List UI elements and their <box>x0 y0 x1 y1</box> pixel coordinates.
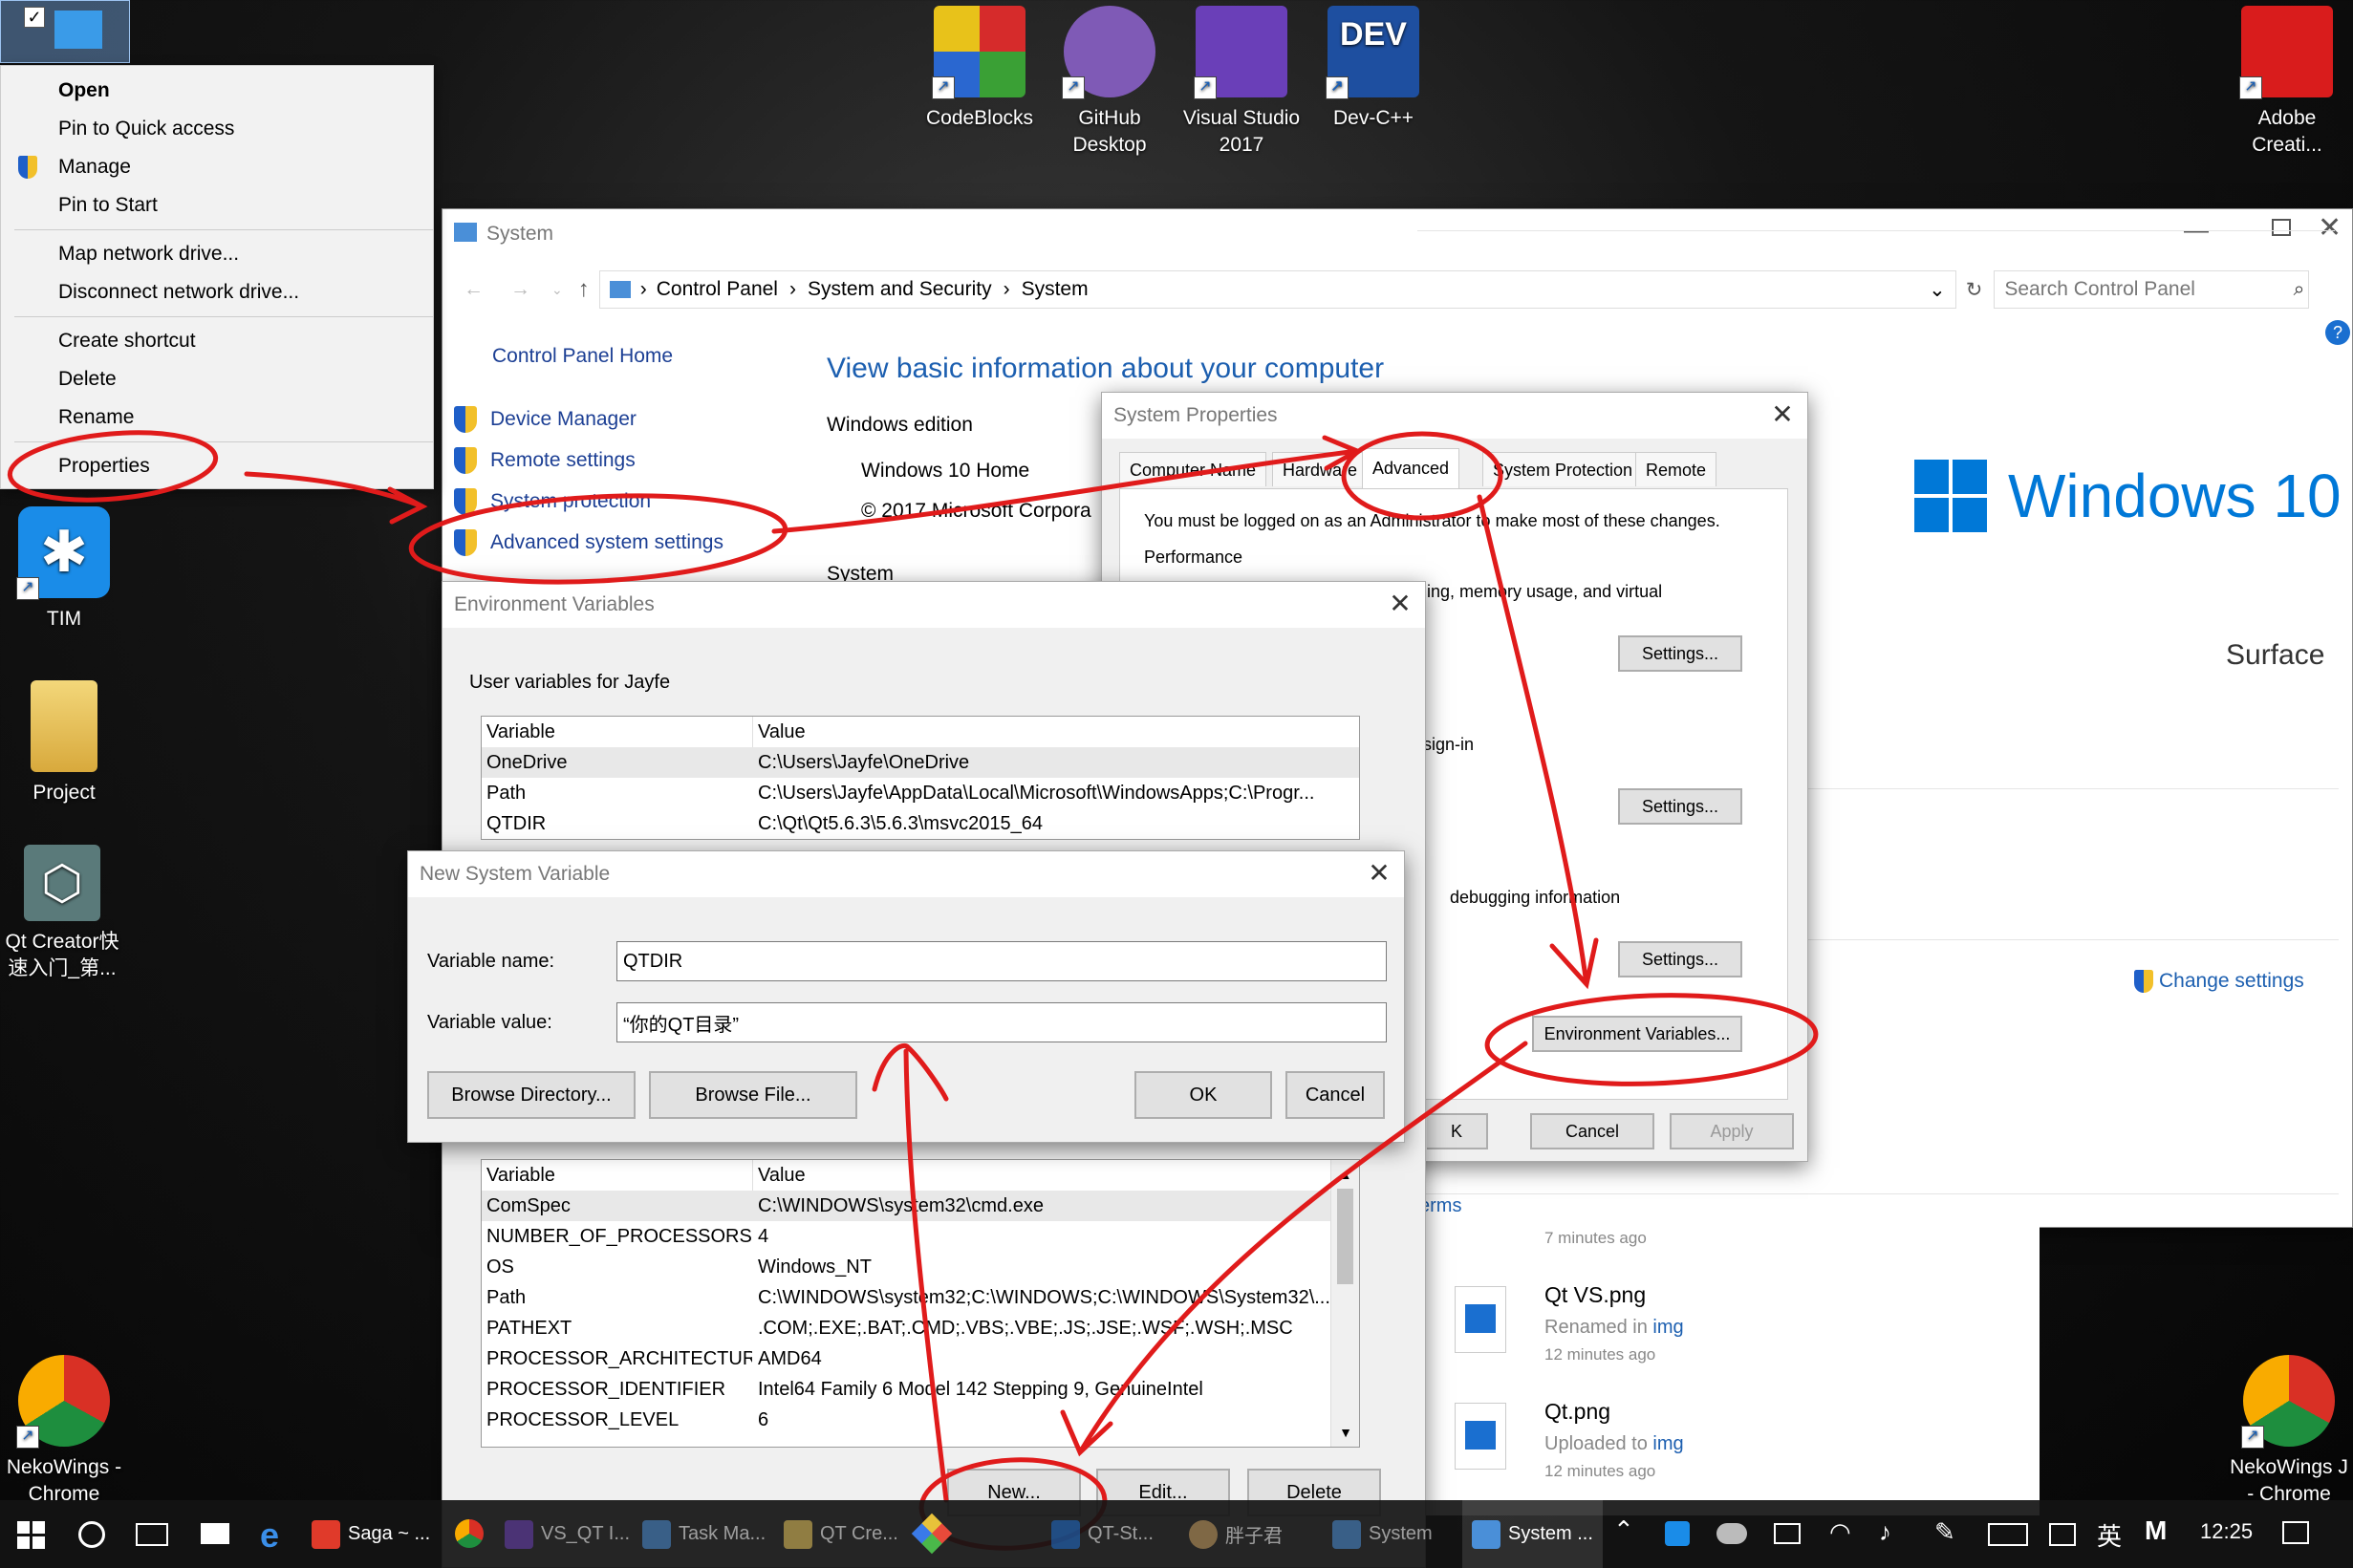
onedrive-icon[interactable] <box>1716 1523 1747 1544</box>
ime-indicator[interactable]: 英 <box>2097 1517 2122 1553</box>
keyboard-icon[interactable] <box>1988 1523 2028 1546</box>
taskbar-item-saga[interactable]: Saga ~ ... <box>312 1500 430 1568</box>
folder-icon <box>784 1519 812 1549</box>
edge-icon[interactable]: e <box>260 1515 279 1556</box>
qt-studio-icon <box>1051 1519 1080 1549</box>
annotation-overlay <box>7 430 1819 1551</box>
annotation-circle-advanced-settings <box>408 493 788 585</box>
volume-icon[interactable]: ♪ <box>1879 1517 1891 1547</box>
annotation-arrow <box>771 435 1363 534</box>
task-manager-icon <box>642 1519 671 1549</box>
system-icon <box>1332 1519 1361 1549</box>
taskbar-item-wechat[interactable]: 胖子君 <box>1189 1500 1283 1568</box>
taskbar-item-task-manager[interactable]: Task Ma... <box>642 1500 766 1568</box>
taskbar-item-system[interactable]: System <box>1332 1500 1433 1568</box>
cortana-icon[interactable] <box>78 1521 105 1548</box>
annotation-circle-properties <box>7 430 219 503</box>
taskbar-item-system-active[interactable]: System ... <box>1462 1500 1603 1568</box>
annotation-arrow <box>872 1043 949 1503</box>
annotation-arrow <box>1060 1041 1528 1457</box>
ime-mode-indicator[interactable]: M <box>2145 1515 2167 1546</box>
chevron-up-icon[interactable]: ⌃ <box>1613 1515 1634 1545</box>
battery-icon[interactable] <box>1774 1523 1801 1544</box>
start-button[interactable] <box>17 1521 45 1549</box>
tim-tray-icon[interactable] <box>1665 1521 1690 1546</box>
taskbar-item-qt-creator[interactable]: QT Cre... <box>784 1500 898 1568</box>
taskbar-item-qt-studio[interactable]: QT-St... <box>1051 1500 1154 1568</box>
annotation-circle-env-button <box>1484 993 1819 1086</box>
chrome-icon[interactable] <box>455 1519 484 1548</box>
mail-icon[interactable] <box>201 1523 229 1544</box>
visual-studio-icon <box>505 1519 533 1549</box>
action-center-icon[interactable] <box>2282 1521 2309 1544</box>
annotation-arrow <box>244 471 428 525</box>
pen-icon[interactable]: ✎ <box>1934 1517 1955 1547</box>
taskbar-item-vs-qt[interactable]: VS_QT I... <box>505 1500 630 1568</box>
wifi-icon[interactable]: ◠ <box>1829 1517 1851 1547</box>
saga-icon <box>312 1519 340 1549</box>
annotation-circle-advanced-tab <box>1341 431 1503 521</box>
avatar <box>1189 1519 1218 1549</box>
task-view-icon[interactable] <box>136 1523 168 1546</box>
system-icon <box>1472 1519 1500 1549</box>
annotation-arrow <box>1477 494 1599 990</box>
tablet-mode-icon[interactable] <box>2049 1523 2076 1546</box>
clock[interactable]: 12:25 <box>2200 1519 2253 1544</box>
